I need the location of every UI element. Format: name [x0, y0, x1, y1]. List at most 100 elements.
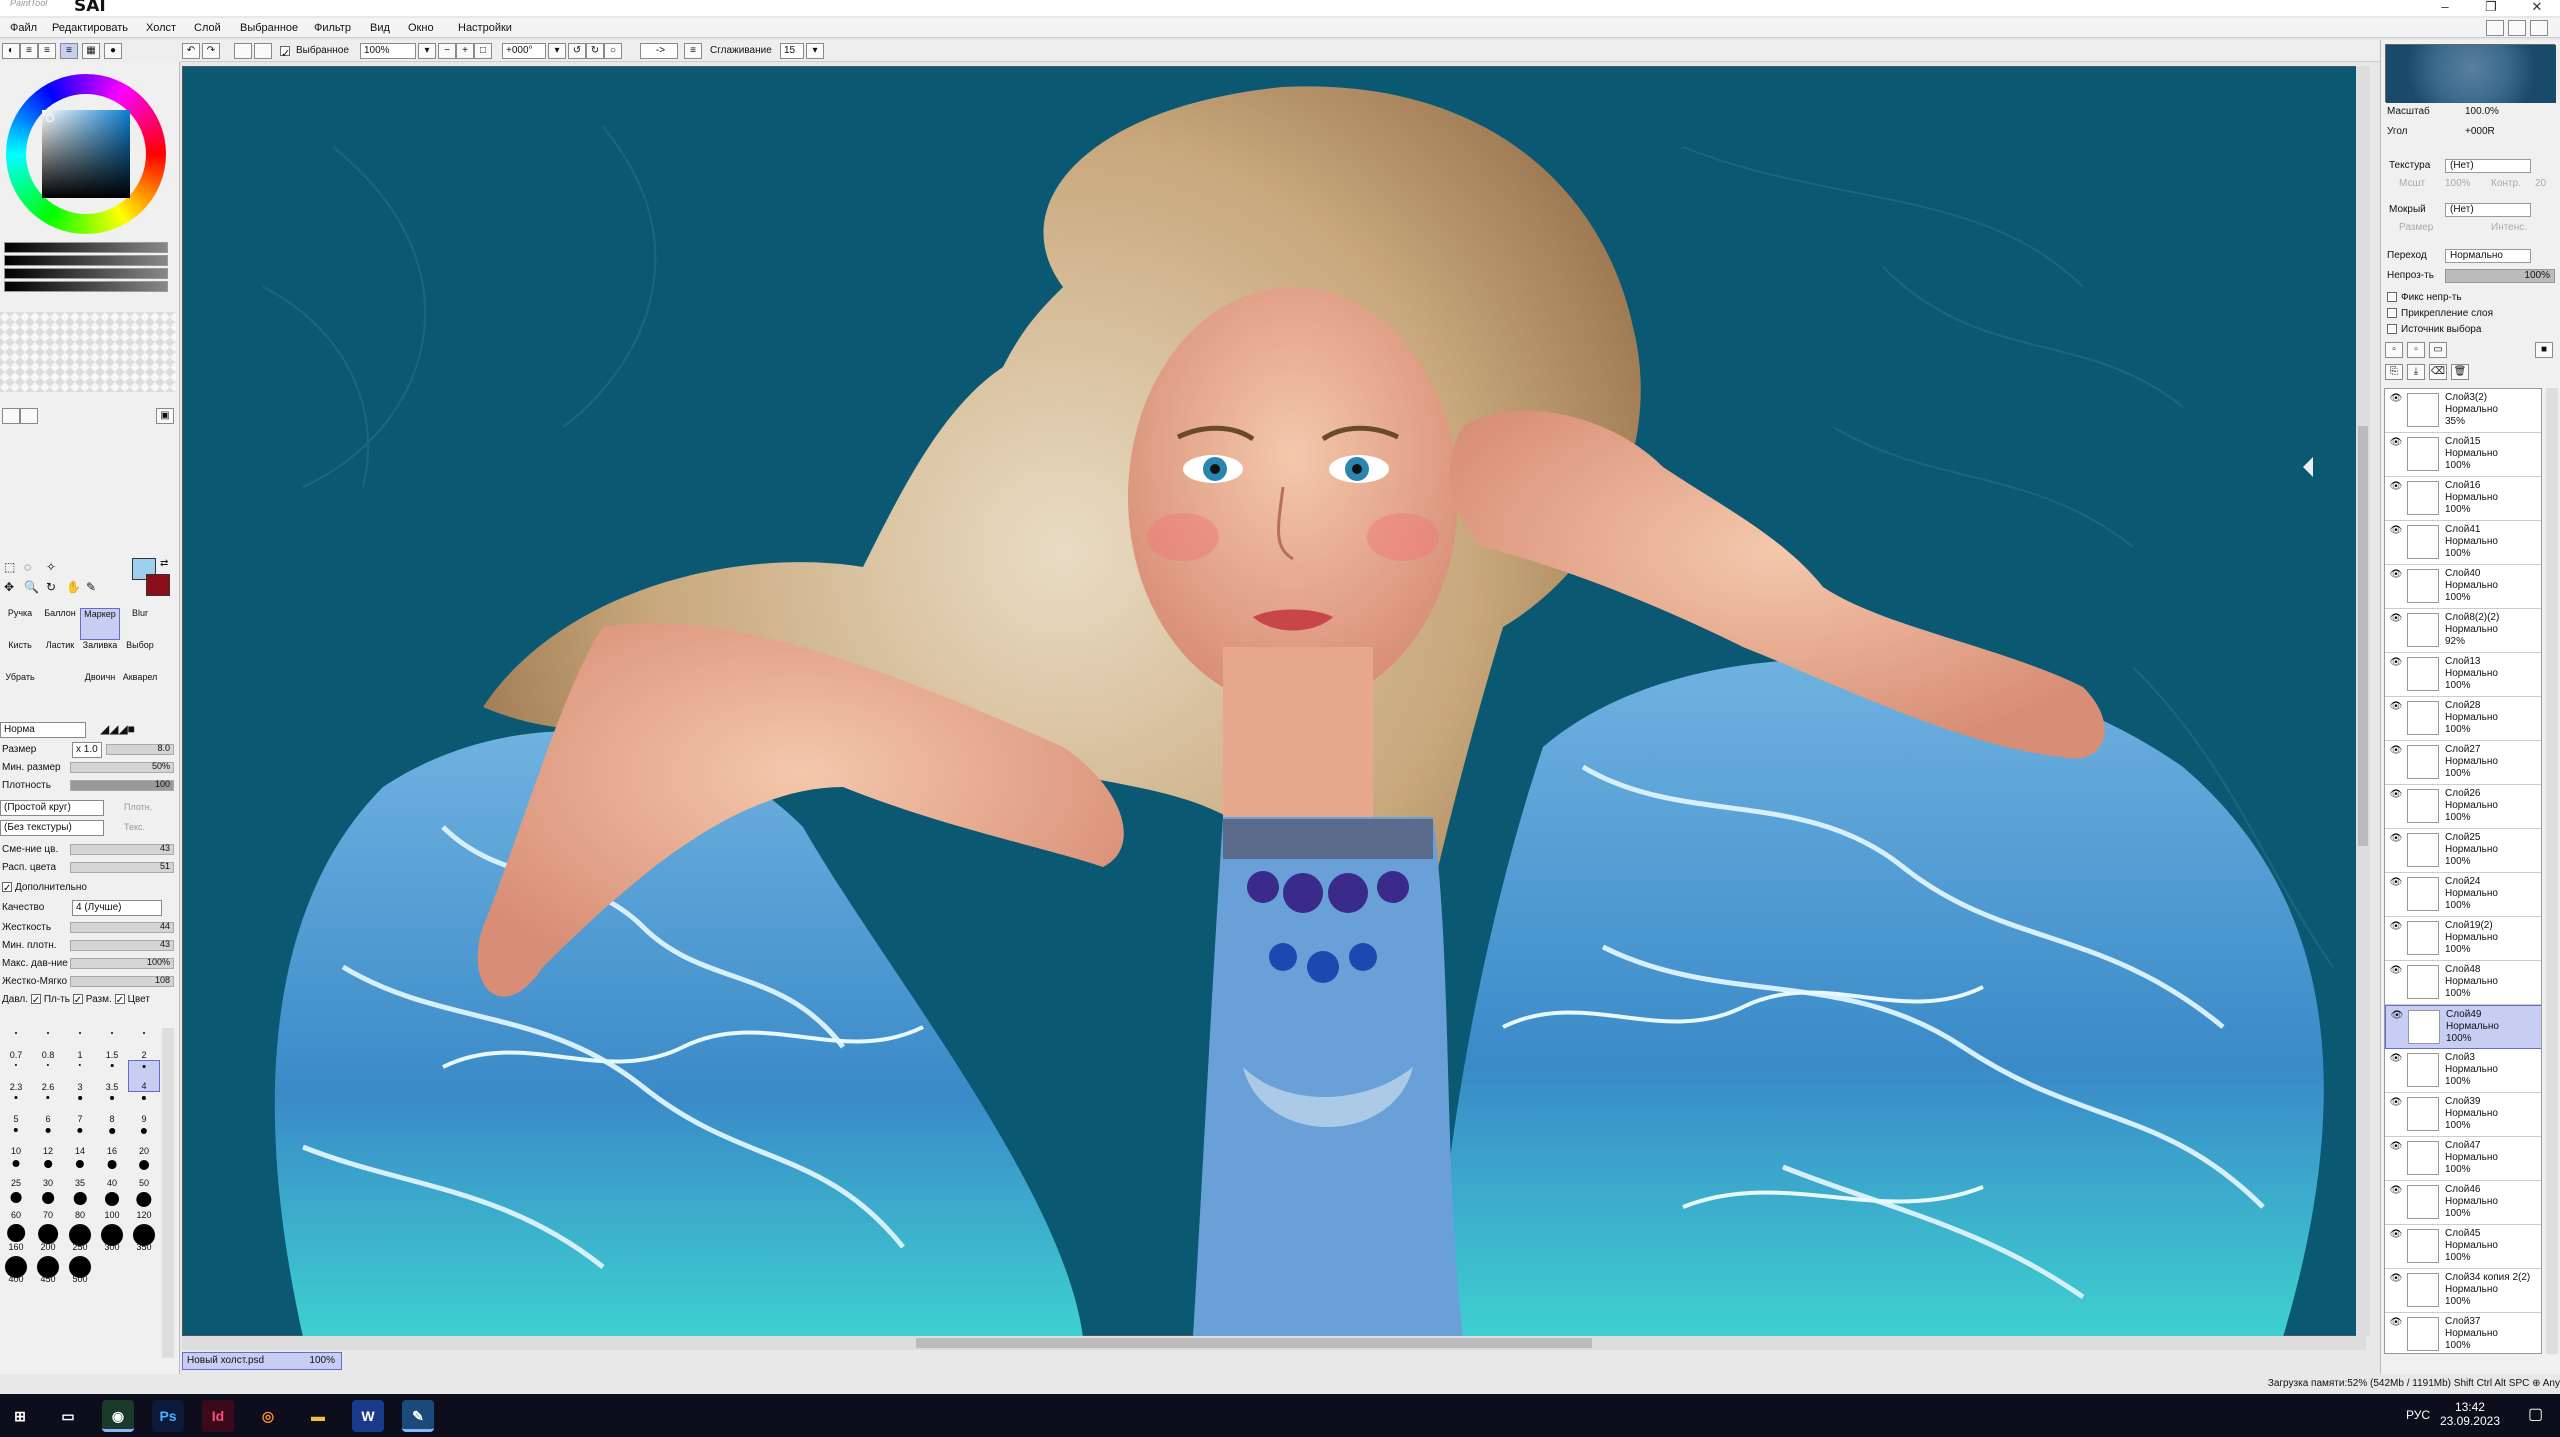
dilution-row[interactable]: Расп. цвета 51 [0, 860, 176, 876]
scratchpad-clear-icon[interactable] [2, 408, 20, 424]
minimize-button[interactable]: – [2422, 0, 2468, 16]
brush-size-preset[interactable]: 4 [128, 1060, 160, 1092]
layout-button-2[interactable] [2508, 20, 2526, 36]
panel-collapse-arrow-icon[interactable] [2303, 457, 2313, 477]
dilution-slider[interactable] [70, 862, 174, 873]
paper-texture-select[interactable]: (Нет) [2445, 159, 2531, 173]
swatches-icon[interactable]: ▦ [82, 43, 100, 59]
eyedropper-icon[interactable]: ✎ [86, 580, 96, 594]
blend-mode-row[interactable]: Переход Нормально [2385, 248, 2557, 264]
brush-size-preset[interactable]: 500 [64, 1252, 96, 1284]
brush-size-preset[interactable]: 60 [0, 1188, 32, 1220]
tool-fill[interactable]: Заливка [80, 640, 120, 672]
zoom-tool-icon[interactable]: 🔍 [24, 580, 39, 594]
blending-row[interactable]: Сме-ние цв. 43 [0, 842, 176, 858]
layer-row[interactable]: 👁 Слой19(2) Нормально 100% [2385, 917, 2541, 961]
maximize-button[interactable]: ❐ [2468, 0, 2514, 16]
layer-row[interactable]: 👁 Слой39 Нормально 100% [2385, 1093, 2541, 1137]
brush-size-preset[interactable]: 40 [96, 1156, 128, 1188]
menu-file[interactable]: Файл [10, 22, 37, 34]
chrome-icon[interactable]: ◉ [102, 1400, 134, 1432]
hardness-row[interactable]: Жесткость 44 [0, 920, 176, 936]
layer-row[interactable]: 👁 Слой3 Нормально 100% [2385, 1049, 2541, 1093]
brush-size-preset[interactable]: 0.8 [32, 1028, 64, 1060]
eye-icon[interactable]: 👁 [2389, 525, 2403, 539]
eye-icon[interactable]: 👁 [2389, 1097, 2403, 1111]
layer-panel-menu-icon[interactable]: ■ [2535, 342, 2553, 358]
tool-eraser[interactable]: Ластик [40, 640, 80, 672]
taskview-icon[interactable]: ▭ [52, 1400, 84, 1432]
eye-icon[interactable]: 👁 [2389, 569, 2403, 583]
layout-button-1[interactable] [2486, 20, 2504, 36]
system-clock[interactable]: 13:42 23.09.2023 [2440, 1400, 2500, 1428]
scratchpad-icon[interactable]: ● [104, 43, 122, 59]
layer-opacity-slider[interactable]: 100% [2445, 269, 2555, 283]
paper-texture-row[interactable]: Текстура (Нет) [2385, 158, 2557, 174]
tool-binary[interactable]: Двоичн [80, 672, 120, 704]
zoom-field[interactable]: 100% [360, 43, 416, 59]
brush-size-preset[interactable]: 10 [0, 1124, 32, 1156]
brush-size-preset[interactable]: 1.5 [96, 1028, 128, 1060]
eye-icon[interactable]: 👁 [2389, 481, 2403, 495]
tool-select[interactable]: Выбор [120, 640, 160, 672]
brush-size-preset[interactable]: 0.7 [0, 1028, 32, 1060]
new-folder-icon[interactable]: ▭ [2429, 342, 2447, 358]
brush-size-preset[interactable]: 70 [32, 1188, 64, 1220]
layer-row[interactable]: 👁 Слой13 Нормально 100% [2385, 653, 2541, 697]
invert-selection-icon[interactable] [254, 43, 272, 59]
eye-icon[interactable]: 👁 [2389, 1229, 2403, 1243]
brush-shape-row[interactable]: (Простой круг) Плотн. [0, 800, 176, 816]
notifications-icon[interactable]: ▢ [2528, 1404, 2550, 1426]
swap-colors-icon[interactable]: ⇄ [160, 558, 168, 569]
undo-icon[interactable]: ↶ [182, 43, 200, 59]
eye-icon[interactable]: 👁 [2389, 437, 2403, 451]
preserve-opacity-row[interactable]: Фикс непр-ть [2385, 290, 2557, 306]
brush-size-preset[interactable]: 25 [0, 1156, 32, 1188]
brush-size-preset[interactable]: 350 [128, 1220, 160, 1252]
layer-row[interactable]: 👁 Слой8(2)(2) Нормально 92% [2385, 609, 2541, 653]
language-indicator[interactable]: РУС [2406, 1408, 2430, 1422]
brush-size-preset[interactable]: 30 [32, 1156, 64, 1188]
layer-row[interactable]: 👁 Слой27 Нормально 100% [2385, 741, 2541, 785]
rect-select-icon[interactable]: ⬚ [4, 560, 15, 574]
sai-icon[interactable]: ✎ [402, 1400, 434, 1432]
selection-source-checkbox[interactable] [2387, 324, 2397, 334]
pressure-size-checkbox[interactable]: ✓ [72, 994, 83, 1006]
brush-size-preset[interactable]: 2.3 [0, 1060, 32, 1092]
layer-blend-select[interactable]: Нормально [2445, 249, 2531, 263]
hard-soft-row[interactable]: Жестко-Мягко 108 [0, 974, 176, 990]
brush-texture-row[interactable]: (Без текстуры) Текс. [0, 820, 176, 836]
artwork-canvas[interactable] [183, 67, 2367, 1337]
wet-edge-row[interactable]: Мокрый (Нет) [2385, 202, 2557, 218]
new-linework-layer-icon[interactable]: ▫ [2407, 342, 2425, 358]
brush-size-preset[interactable]: 250 [64, 1220, 96, 1252]
brush-size-preset[interactable]: 100 [96, 1188, 128, 1220]
layer-row[interactable]: 👁 Слой24 Нормально 100% [2385, 873, 2541, 917]
eye-icon[interactable]: 👁 [2390, 1010, 2404, 1024]
layer-row[interactable]: 👁 Слой45 Нормально 100% [2385, 1225, 2541, 1269]
menu-selection[interactable]: Выбранное [240, 22, 298, 34]
rotate-tool-icon[interactable]: ↻ [46, 580, 56, 594]
explorer-icon[interactable]: ▬ [302, 1400, 334, 1432]
selection-visible-checkbox[interactable]: ✓ [280, 45, 293, 60]
new-layer-icon[interactable]: ▫ [2385, 342, 2403, 358]
layer-list[interactable]: 👁 Слой3(2) Нормально 35% 👁 Слой15 Нормально 100… [2384, 388, 2542, 1354]
tool-airbrush[interactable]: Баллон [40, 608, 80, 640]
scratchpad-save-icon[interactable] [20, 408, 38, 424]
zoom-fit-icon[interactable]: □ [474, 43, 492, 59]
photoshop-icon[interactable]: Ps [152, 1400, 184, 1432]
layer-row[interactable]: 👁 Слой26 Нормально 100% [2385, 785, 2541, 829]
start-icon[interactable]: ⊞ [4, 1400, 36, 1432]
copy-layer-icon[interactable]: ⎘ [2385, 364, 2403, 380]
size-mult-field[interactable]: x 1.0 [72, 742, 102, 758]
brush-size-preset[interactable]: 2 [128, 1028, 160, 1060]
magic-wand-icon[interactable]: ✧ [46, 560, 56, 574]
brush-size-preset[interactable]: 35 [64, 1156, 96, 1188]
brush-size-scrollbar[interactable] [162, 1028, 174, 1358]
brush-size-preset[interactable]: 1 [64, 1028, 96, 1060]
eye-icon[interactable]: 👁 [2389, 965, 2403, 979]
zoom-in-icon[interactable]: + [456, 43, 474, 59]
palette-mode-icon[interactable]: ≡ [60, 43, 78, 59]
flip-button[interactable]: -> [640, 43, 678, 59]
merge-down-icon[interactable]: ⤓ [2407, 364, 2425, 380]
